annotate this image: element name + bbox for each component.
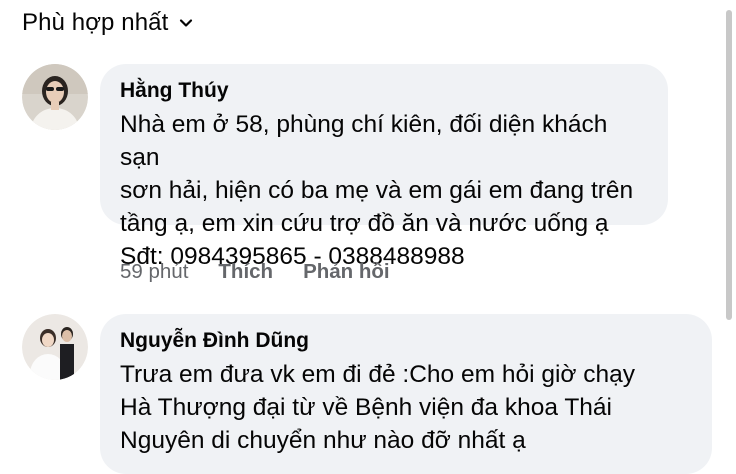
- reply-button[interactable]: Phản hồi: [303, 260, 390, 284]
- comment-bubble: Hằng Thúy Nhà em ở 58, phùng chí kiên, đ…: [100, 64, 668, 270]
- chevron-down-icon: [180, 19, 193, 27]
- like-button[interactable]: Thích: [218, 260, 273, 284]
- scrollbar[interactable]: [726, 10, 732, 320]
- avatar[interactable]: [22, 64, 88, 130]
- comment-author[interactable]: Nguyễn Đình Dũng: [120, 328, 692, 354]
- comment-text: Trưa em đưa vk em đi đẻ :Cho em hỏi giờ …: [120, 361, 636, 454]
- comment-actions: 59 phút Thích Phản hồi: [120, 260, 390, 284]
- comment-text: Nhà em ở 58, phùng chí kiên, đối diện kh…: [120, 111, 634, 270]
- sort-dropdown[interactable]: Phù hợp nhất: [22, 6, 194, 40]
- comment-bubble: Nguyễn Đình Dũng Trưa em đưa vk em đi đẻ…: [100, 314, 712, 474]
- avatar[interactable]: [22, 314, 88, 380]
- comment-timestamp[interactable]: 59 phút: [120, 260, 188, 284]
- sort-label: Phù hợp nhất: [22, 9, 169, 36]
- comment-author[interactable]: Hằng Thúy: [120, 78, 648, 104]
